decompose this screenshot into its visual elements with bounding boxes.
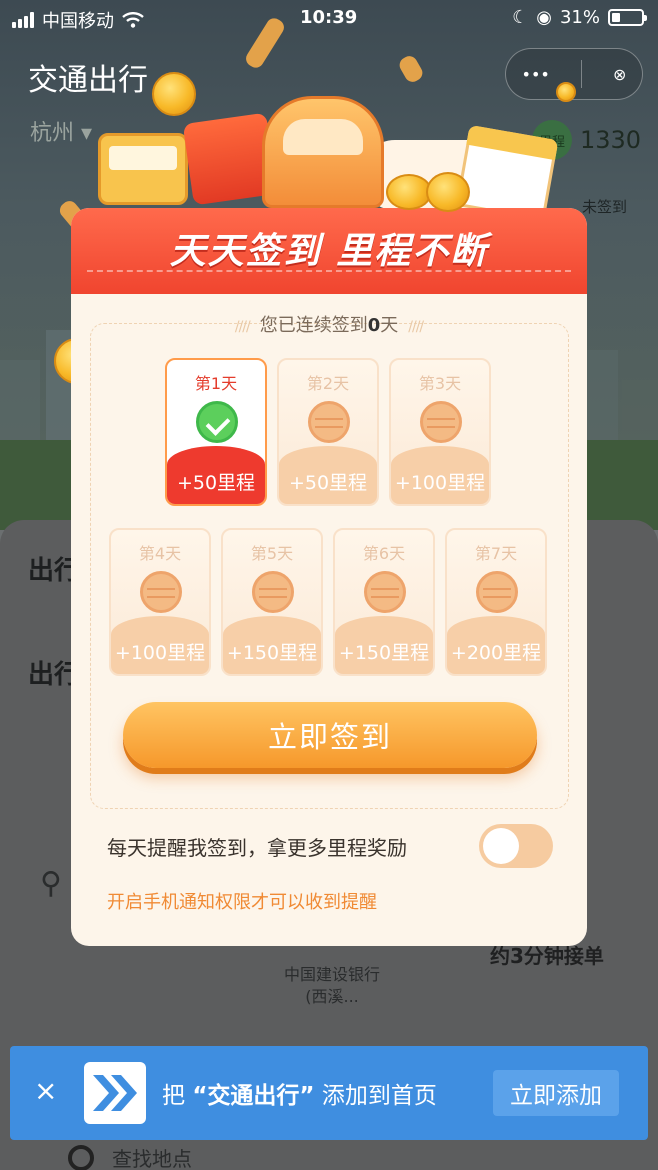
add-to-home-banner: × 把 “交通出行” 添加到首页 立即添加 xyxy=(10,1046,648,1140)
exit-icon[interactable]: ⊗ xyxy=(613,65,626,84)
carrier-name: 中国移动 xyxy=(42,11,114,32)
coin-icon xyxy=(152,72,196,116)
wifi-icon xyxy=(122,12,144,28)
status-bar: 中国移动 10:39 ☾ ◉ 31% xyxy=(0,0,658,36)
place-label: 中国建设银行(西溪... xyxy=(284,965,381,1006)
banner-text: 把 “交通出行” 添加到首页 xyxy=(162,1083,437,1109)
clock: 10:39 xyxy=(300,7,358,28)
day-card-3[interactable]: 第3天 +100里程 xyxy=(389,358,491,506)
day-card-1[interactable]: 第1天 +50里程 xyxy=(165,358,267,506)
remind-toggle[interactable] xyxy=(479,824,553,868)
coin-icon xyxy=(252,571,294,613)
coin-icon xyxy=(426,172,470,212)
remind-label: 每天提醒我签到，拿更多里程奖励 xyxy=(107,836,407,860)
miles-value: 1330 xyxy=(580,126,642,154)
search-place[interactable]: 查找地点 xyxy=(68,1143,192,1170)
close-icon[interactable]: × xyxy=(34,1076,57,1106)
coin-icon xyxy=(308,401,350,443)
day-card-6[interactable]: 第6天 +150里程 xyxy=(333,528,435,676)
coin-icon xyxy=(364,571,406,613)
notification-hint: 开启手机通知权限才可以收到提醒 xyxy=(107,892,377,913)
bus-icon xyxy=(98,133,188,205)
coin-icon xyxy=(140,571,182,613)
battery-icon xyxy=(608,9,647,26)
bike-icon: ⚲ xyxy=(40,866,62,901)
streak-text: ////您已连续签到0天//// xyxy=(234,315,424,336)
signal-icon xyxy=(12,12,34,28)
day-card-7[interactable]: 第7天 +200里程 xyxy=(445,528,547,676)
modal-title: 天天签到 里程不断 xyxy=(169,231,489,272)
moon-icon: ☾ xyxy=(512,7,529,28)
coin-icon xyxy=(556,82,576,102)
double-chevron-icon xyxy=(84,1062,146,1124)
coin-icon xyxy=(420,401,462,443)
banner-app-name: “交通出行” xyxy=(192,1083,315,1109)
add-now-button[interactable]: 立即添加 xyxy=(493,1070,619,1116)
day-card-5[interactable]: 第5天 +150里程 xyxy=(221,528,323,676)
streak-count: 0 xyxy=(367,315,381,336)
search-label: 查找地点 xyxy=(112,1147,192,1170)
battery-percent: 31% xyxy=(559,7,600,28)
app-title: 交通出行 xyxy=(28,63,148,98)
signin-modal: 天天签到 里程不断 ////您已连续签到0天//// 第1天 +50里程 第2天… xyxy=(71,208,587,946)
sign-in-button[interactable]: 立即签到 xyxy=(123,702,537,768)
calendar-icon xyxy=(455,124,559,222)
modal-header: 天天签到 里程不断 xyxy=(71,208,587,294)
train-icon xyxy=(262,96,384,208)
coin-icon xyxy=(476,571,518,613)
day-card-4[interactable]: 第4天 +100里程 xyxy=(109,528,211,676)
day-card-2[interactable]: 第2天 +50里程 xyxy=(277,358,379,506)
lock-rotation-icon: ◉ xyxy=(536,7,552,28)
check-icon xyxy=(196,401,238,443)
city-selector[interactable]: 杭州 ▾ xyxy=(30,115,92,147)
more-icon[interactable]: ••• xyxy=(522,65,550,84)
search-icon xyxy=(68,1144,94,1170)
signin-status[interactable]: 未签到 xyxy=(582,196,627,217)
